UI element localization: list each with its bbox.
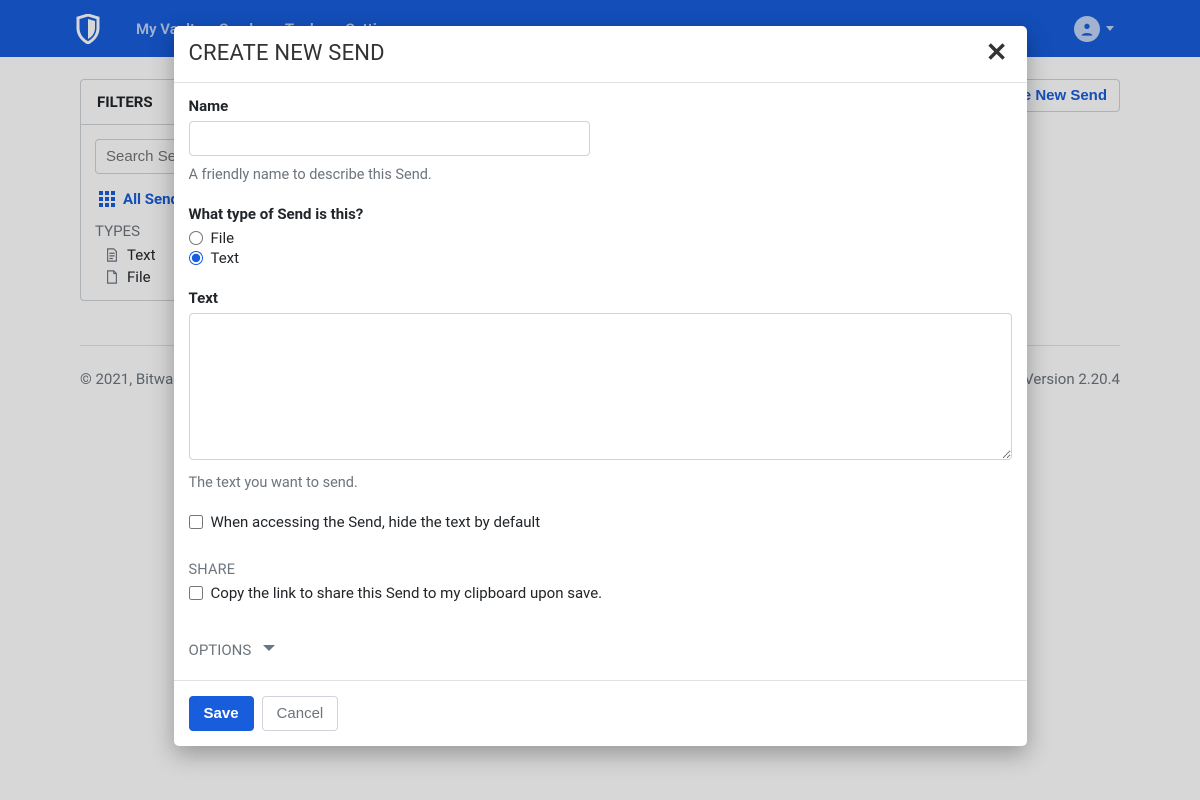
cancel-button[interactable]: Cancel — [262, 696, 339, 731]
copy-link-checkbox[interactable] — [189, 586, 203, 600]
copy-link-label: Copy the link to share this Send to my c… — [211, 584, 603, 602]
type-radio-text-input[interactable] — [189, 251, 203, 265]
type-radio-file-label: File — [211, 229, 235, 247]
save-button[interactable]: Save — [189, 696, 254, 731]
share-heading: SHARE — [189, 561, 1012, 578]
options-toggle[interactable]: OPTIONS — [189, 640, 1012, 660]
name-label: Name — [189, 97, 1012, 115]
hide-text-checkbox[interactable] — [189, 515, 203, 529]
name-input[interactable] — [189, 121, 590, 156]
text-textarea[interactable] — [189, 313, 1012, 460]
text-help: The text you want to send. — [189, 474, 1012, 491]
hide-text-checkbox-row[interactable]: When accessing the Send, hide the text b… — [189, 513, 1012, 531]
type-radio-file-input[interactable] — [189, 231, 203, 245]
type-radio-text[interactable]: Text — [189, 249, 1012, 267]
copy-link-checkbox-row[interactable]: Copy the link to share this Send to my c… — [189, 584, 1012, 602]
options-label: OPTIONS — [189, 641, 252, 659]
type-radio-text-label: Text — [211, 249, 240, 267]
close-icon[interactable]: ✕ — [982, 40, 1012, 66]
modal-title: CREATE NEW SEND — [189, 41, 385, 66]
text-label: Text — [189, 289, 1012, 307]
chevron-down-icon — [261, 640, 277, 660]
type-label: What type of Send is this? — [189, 205, 1012, 223]
name-help: A friendly name to describe this Send. — [189, 166, 1012, 183]
hide-text-label: When accessing the Send, hide the text b… — [211, 513, 541, 531]
modal-backdrop[interactable]: CREATE NEW SEND ✕ Name A friendly name t… — [0, 0, 1200, 800]
type-radio-file[interactable]: File — [189, 229, 1012, 247]
create-send-modal: CREATE NEW SEND ✕ Name A friendly name t… — [174, 26, 1027, 746]
